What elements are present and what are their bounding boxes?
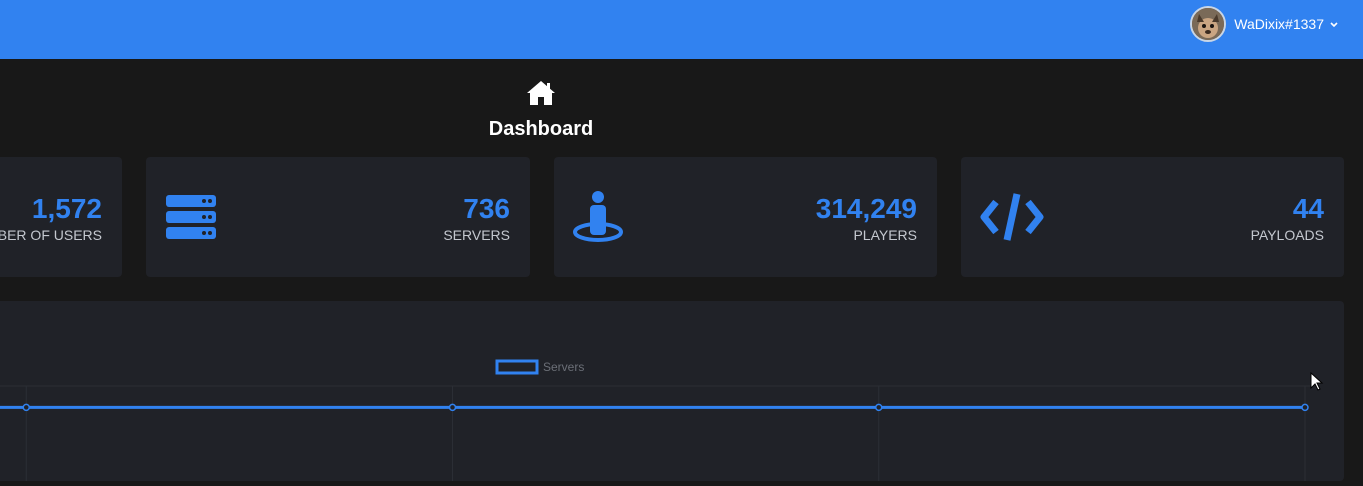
player-icon (573, 191, 623, 242)
chevron-down-icon[interactable] (1330, 20, 1338, 31)
avatar[interactable] (1190, 6, 1227, 42)
stat-value: 736 (463, 193, 510, 224)
data-point[interactable] (448, 403, 457, 412)
stat-label: SERVERS (443, 227, 510, 243)
page-title: Dashboard (488, 118, 594, 140)
chart-legend[interactable]: Servers (495, 359, 584, 375)
cursor-icon (1310, 372, 1324, 391)
username[interactable]: WaDixix#1337 (1234, 16, 1324, 32)
data-point[interactable] (875, 403, 883, 412)
stat-label: PAYLOADS (1250, 227, 1324, 243)
stat-label: PLAYERS (853, 227, 917, 243)
code-icon (980, 193, 1044, 241)
top-navbar: WaDixix#1337 (0, 0, 1363, 59)
home-icon (527, 81, 555, 105)
stat-value: 1,572 (31, 193, 102, 224)
data-point[interactable] (22, 403, 30, 412)
stat-label: NUMBER OF USERS (0, 227, 102, 243)
data-point[interactable] (1301, 403, 1309, 412)
user-menu[interactable]: WaDixix#1337 (1190, 6, 1338, 42)
stat-value: 314,249 (815, 193, 917, 224)
stat-card-users: 1,572 NUMBER OF USERS (0, 157, 122, 277)
stat-card-payloads: 44 PAYLOADS (961, 157, 1344, 277)
page-heading: Dashboard (441, 80, 641, 141)
legend-swatch[interactable] (495, 359, 539, 375)
stat-card-servers: 736 SERVERS (146, 157, 530, 277)
legend-label[interactable]: Servers (543, 360, 584, 374)
servers-chart-panel: Servers (0, 301, 1344, 481)
stat-card-players: 314,249 PLAYERS (554, 157, 937, 277)
server-icon (166, 195, 216, 239)
stat-value: 44 (1292, 193, 1324, 224)
servers-line-chart: Servers (0, 359, 1310, 481)
